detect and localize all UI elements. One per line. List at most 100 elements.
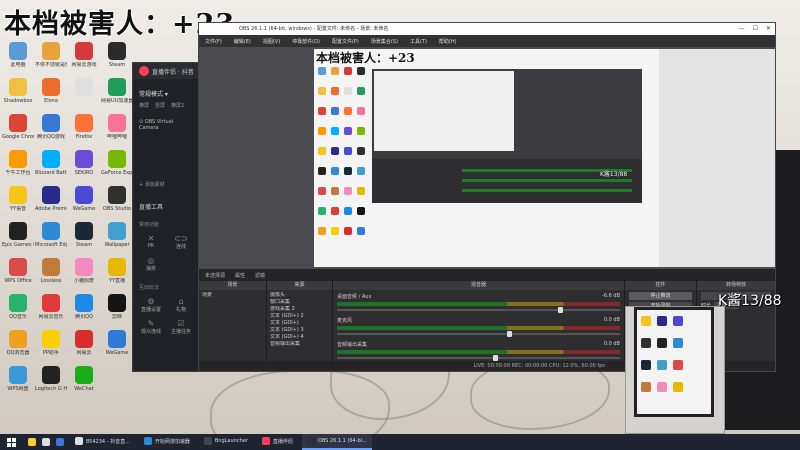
desktop-icon[interactable]: 网易云游戏 [68, 42, 100, 68]
source-item[interactable]: 文本 (GDI+) 2 [270, 313, 329, 320]
minimize-button[interactable]: — [739, 23, 745, 35]
live-assistant-window[interactable]: 直播伴侣 · 抖音 常规模式 ▾ 横屏 竖屏 横屏2 ⊙ OBS Virtual… [132, 62, 200, 372]
tool-live-settings[interactable]: ⚙ 直播设置 [139, 297, 163, 313]
menu-docks[interactable]: 停靠部件(D) [292, 38, 320, 45]
volume-slider[interactable] [337, 307, 620, 313]
obs-preview[interactable]: 本档被害人：+23 K酱13/88 [199, 47, 775, 269]
desktop-icon[interactable]: OBS Studio [101, 186, 133, 212]
tool-pk[interactable]: ✕ PK [139, 234, 163, 250]
desktop-icon[interactable]: 网易云 [68, 330, 100, 356]
tab-portrait[interactable]: 竖屏 [155, 102, 165, 109]
desktop-icon[interactable]: Wallpaper [101, 222, 133, 248]
tool-gift[interactable]: ⌂ 礼物 [169, 297, 193, 313]
desktop-icon[interactable]: 腾讯QQ游戏 [35, 114, 67, 140]
volume-slider[interactable] [337, 331, 620, 337]
control-button[interactable]: 停止推流 [629, 292, 692, 300]
desktop-icon[interactable]: 网易UU加速器 [101, 78, 133, 104]
desktop-icon[interactable]: WPS网盘 [2, 366, 34, 392]
desktop-icon[interactable]: 小猪佩奇 [68, 258, 100, 284]
desktop-icon[interactable]: 千牛工作台 [2, 150, 34, 176]
slider-handle[interactable] [506, 331, 512, 337]
menu-edit[interactable]: 编辑(E) [234, 38, 251, 45]
desktop-icon[interactable]: Steam [101, 42, 133, 68]
desktop-icon[interactable]: QQ浏览器 [2, 330, 34, 356]
desktop-icon[interactable]: QQ音乐 [2, 294, 34, 320]
desktop-icon[interactable]: 哔哩哔哩 [101, 114, 133, 140]
desktop-icon[interactable]: YY语音 [2, 186, 34, 212]
start-button[interactable] [0, 434, 22, 450]
desktop-icon[interactable]: Firefox [68, 114, 100, 140]
desktop-icon[interactable]: WeChat [68, 366, 100, 392]
add-material-button[interactable]: + 添加素材 [133, 141, 199, 194]
source-item[interactable]: 音频输出采集 [270, 341, 329, 348]
app-icon [42, 42, 60, 60]
desktop-icon[interactable]: Shadowbox [2, 78, 34, 104]
menu-view[interactable]: 视图(V) [263, 38, 280, 45]
taskbar-item[interactable]: BngLauncher [199, 434, 253, 450]
tab-landscape-2[interactable]: 横屏2 [171, 102, 184, 109]
source-item[interactable]: 摄像头 [270, 292, 329, 299]
preview-canvas[interactable]: 本档被害人：+23 K酱13/88 [314, 49, 659, 267]
filters-button[interactable]: 滤镜 [255, 272, 265, 279]
menu-profile[interactable]: 配置文件(P) [332, 38, 359, 45]
taskbar-item[interactable]: 开始网游加速器 [139, 434, 195, 450]
desktop-icon[interactable]: SEKIRO [68, 150, 100, 176]
scene-item[interactable]: 场景 [202, 292, 263, 299]
desktop-icon[interactable]: Microsoft Edge [35, 222, 67, 248]
desktop-icon[interactable]: WeGame [68, 186, 100, 212]
desktop-icon-label: Elona [44, 98, 58, 104]
source-item[interactable]: 窗口采集 [270, 299, 329, 306]
source-item[interactable]: 游戏采集 2 [270, 306, 329, 313]
live-assistant-titlebar[interactable]: 直播伴侣 · 抖音 [133, 63, 199, 79]
slider-handle[interactable] [557, 307, 563, 313]
menu-help[interactable]: 帮助(H) [439, 38, 457, 45]
preview-side-photo [659, 49, 775, 267]
desktop-icon[interactable]: Steam [68, 222, 100, 248]
desktop-icon[interactable]: WeGame [101, 330, 133, 356]
desktop-icon[interactable]: YY直播 [101, 258, 133, 284]
mode-dropdown[interactable]: 常规模式 ▾ [133, 79, 199, 102]
source-item[interactable]: 文本 (GDI+) 3 [270, 327, 329, 334]
tool-link[interactable]: ⊂⊃ 连线 [169, 234, 193, 250]
desktop-icon[interactable]: GeForce Experience [101, 150, 133, 176]
pinned-app-icon[interactable] [56, 438, 64, 446]
app-icon [42, 294, 60, 312]
webcam-monitor-icon [673, 316, 683, 326]
desktop-icon[interactable]: Adobe Premiere [35, 186, 67, 212]
desktop-icon[interactable]: WPS Office [2, 258, 34, 284]
menu-tools[interactable]: 工具(T) [410, 38, 427, 45]
obs-titlebar[interactable]: OBS 26.1.1 (64-bit, windows) - 配置文件: 未命名… [199, 23, 775, 35]
pinned-app-icon[interactable] [28, 438, 36, 446]
desktop-icon[interactable]: Lossless [35, 258, 67, 284]
taskbar-item[interactable]: 854234 - 抖音直... [70, 434, 135, 450]
desktop-icon[interactable]: Blizzard Battle.net [35, 150, 67, 176]
desktop-icon[interactable]: 剪映 [101, 294, 133, 320]
desktop-icon[interactable]: 不依不饶就是你 [35, 42, 67, 68]
source-item[interactable]: 文本 (GDI+) 4 [270, 334, 329, 341]
taskbar-item[interactable]: 直播伴侣 [257, 434, 298, 450]
desktop-icon[interactable]: 此电脑 [2, 42, 34, 68]
desktop-icon[interactable]: 腾讯QQ [68, 294, 100, 320]
properties-button[interactable]: 属性 [235, 272, 245, 279]
tool-host-task[interactable]: ☑ 主播任务 [169, 319, 193, 335]
taskbar-item[interactable]: OBS 26.1.1 (64-bi... [301, 434, 372, 450]
tool-audience-link[interactable]: ✎ 观众连线 [139, 319, 163, 335]
tab-landscape[interactable]: 横屏 [139, 102, 149, 109]
source-item[interactable]: 文本 (GDI+) [270, 320, 329, 327]
menu-file[interactable]: 文件(F) [205, 38, 222, 45]
desktop-icon[interactable]: PP助手 [35, 330, 67, 356]
close-button[interactable]: ✕ [766, 23, 771, 35]
desktop-icon[interactable]: 网易云音乐 [35, 294, 67, 320]
menu-scene-collection[interactable]: 场景集合(S) [371, 38, 398, 45]
desktop-icon[interactable]: Elona [35, 78, 67, 104]
desktop-icon[interactable]: Logitech G HUB [35, 366, 67, 392]
pinned-app-icon[interactable] [42, 438, 50, 446]
maximize-button[interactable]: ☐ [753, 23, 758, 35]
nested-app-icon [344, 107, 352, 115]
desktop-icon[interactable]: Epic Games Launcher [2, 222, 34, 248]
tool-lottery[interactable]: ◎ 抽奖 [139, 256, 163, 272]
desktop-icon[interactable] [68, 78, 100, 98]
volume-slider[interactable] [337, 355, 620, 361]
desktop-icon[interactable]: Google Chrome [2, 114, 34, 140]
source-item-obs-camera[interactable]: ⊙ OBS Virtual Camera [133, 109, 199, 141]
